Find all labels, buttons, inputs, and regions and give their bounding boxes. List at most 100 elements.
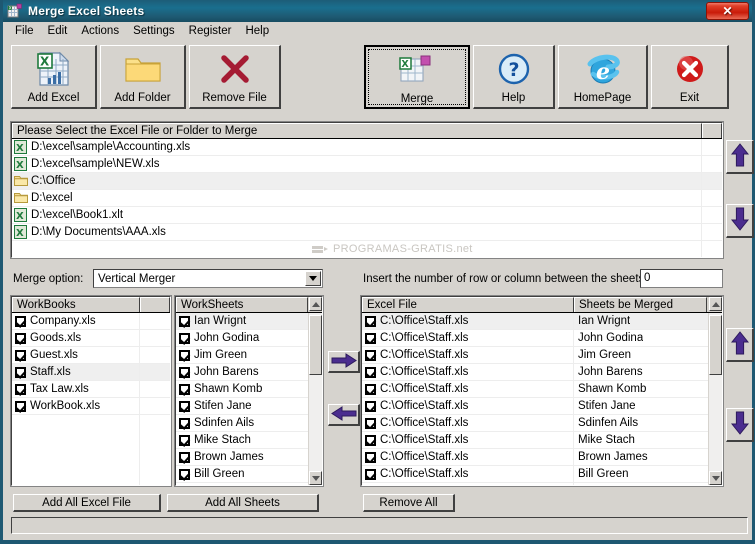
- worksheets-scroll-up-button[interactable]: [309, 297, 322, 311]
- merged-row-checkbox[interactable]: [365, 451, 376, 463]
- list-item[interactable]: Stifen Jane: [176, 398, 322, 415]
- table-row[interactable]: C:\Office\Staff.xls Mike Stach: [362, 432, 722, 449]
- list-item[interactable]: Ian Wrignt: [176, 313, 322, 330]
- file-list-row[interactable]: X D:\excel\sample\NEW.xls: [12, 156, 722, 173]
- workbooks-header-extra[interactable]: [140, 297, 170, 312]
- table-row[interactable]: C:\Office\Staff.xls John Godina: [362, 330, 722, 347]
- workbook-checkbox[interactable]: [15, 349, 26, 361]
- file-list-header-extra[interactable]: [702, 123, 722, 138]
- table-row[interactable]: C:\Office\Staff.xls John Barens: [362, 364, 722, 381]
- add-excel-button[interactable]: X Add Excel: [11, 45, 97, 109]
- list-item[interactable]: John Barens: [176, 364, 322, 381]
- add-all-sheets-button[interactable]: Add All Sheets: [167, 494, 319, 512]
- merged-row-checkbox[interactable]: [365, 434, 376, 446]
- merge-button[interactable]: X Merge: [364, 45, 470, 109]
- file-list-header-path[interactable]: Please Select the Excel File or Folder t…: [12, 123, 702, 138]
- merged-row-checkbox[interactable]: [365, 366, 376, 378]
- merged-move-down-button[interactable]: [726, 408, 754, 442]
- remove-all-button[interactable]: Remove All: [363, 494, 455, 512]
- list-item[interactable]: Mike Stach: [176, 432, 322, 449]
- file-list-row[interactable]: D:\excel: [12, 190, 722, 207]
- chevron-down-icon[interactable]: [305, 271, 321, 286]
- merged-scrollbar[interactable]: [708, 313, 722, 485]
- table-row[interactable]: C:\Office\Staff.xls Shawn Komb: [362, 381, 722, 398]
- table-row[interactable]: C:\Office\Staff.xls Bill Green: [362, 466, 722, 483]
- menu-item-edit[interactable]: Edit: [41, 24, 75, 38]
- table-row[interactable]: C:\Office\Staff.xls Stifen Jane: [362, 398, 722, 415]
- table-row[interactable]: C:\Office\Staff.xls Ian Wrignt: [362, 313, 722, 330]
- workbook-checkbox[interactable]: [15, 383, 26, 395]
- worksheets-list[interactable]: WorkSheets Ian Wrignt John Godina Jim Gr…: [174, 295, 324, 487]
- list-item[interactable]: Staff.xls: [12, 364, 170, 381]
- worksheets-header-name[interactable]: WorkSheets: [176, 297, 308, 312]
- homepage-button[interactable]: e HomePage: [558, 45, 648, 109]
- list-item[interactable]: John Godina: [176, 330, 322, 347]
- scroll-down-button[interactable]: [709, 471, 722, 485]
- worksheet-checkbox[interactable]: [179, 451, 190, 463]
- merged-row-checkbox[interactable]: [365, 400, 376, 412]
- worksheet-checkbox[interactable]: [179, 383, 190, 395]
- workbook-checkbox[interactable]: [15, 315, 26, 327]
- file-list-row[interactable]: X D:\excel\sample\Accounting.xls: [12, 139, 722, 156]
- merged-header-sheets[interactable]: Sheets be Merged: [574, 297, 707, 312]
- merged-header-excel-file[interactable]: Excel File: [362, 297, 574, 312]
- merged-list[interactable]: Excel File Sheets be Merged C:\Office\St…: [360, 295, 724, 487]
- table-row[interactable]: C:\Office\Staff.xls Brown James: [362, 449, 722, 466]
- merged-scroll-up-button[interactable]: [709, 297, 722, 311]
- worksheet-checkbox[interactable]: [179, 332, 190, 344]
- workbooks-header-name[interactable]: WorkBooks: [12, 297, 140, 312]
- add-folder-button[interactable]: Add Folder: [100, 45, 186, 109]
- file-list[interactable]: Please Select the Excel File or Folder t…: [10, 121, 724, 259]
- menu-item-actions[interactable]: Actions: [74, 24, 126, 38]
- scrollbar-thumb[interactable]: [709, 315, 722, 375]
- merged-row-checkbox[interactable]: [365, 315, 376, 327]
- merged-move-up-button[interactable]: [726, 328, 754, 362]
- file-move-up-button[interactable]: [726, 140, 754, 174]
- merge-option-select[interactable]: Vertical Merger: [93, 269, 323, 288]
- remove-file-button[interactable]: Remove File: [189, 45, 281, 109]
- help-button[interactable]: ? Help: [473, 45, 555, 109]
- workbook-checkbox[interactable]: [15, 332, 26, 344]
- merged-row-checkbox[interactable]: [365, 468, 376, 480]
- worksheets-scrollbar[interactable]: [308, 313, 322, 485]
- workbook-checkbox[interactable]: [15, 400, 26, 412]
- merged-row-checkbox[interactable]: [365, 349, 376, 361]
- menu-item-settings[interactable]: Settings: [126, 24, 182, 38]
- worksheet-checkbox[interactable]: [179, 349, 190, 361]
- list-item[interactable]: Goods.xls: [12, 330, 170, 347]
- worksheet-checkbox[interactable]: [179, 400, 190, 412]
- remove-from-merge-button[interactable]: [328, 404, 360, 426]
- menu-item-file[interactable]: File: [8, 24, 41, 38]
- list-item[interactable]: Company.xls: [12, 313, 170, 330]
- exit-button[interactable]: Exit: [651, 45, 729, 109]
- file-list-row[interactable]: X D:\My Documents\AAA.xls: [12, 224, 722, 241]
- scroll-down-button[interactable]: [309, 471, 322, 485]
- list-item[interactable]: Sdinfen Ails: [176, 415, 322, 432]
- worksheet-checkbox[interactable]: [179, 315, 190, 327]
- scrollbar-thumb[interactable]: [309, 315, 322, 375]
- worksheet-checkbox[interactable]: [179, 417, 190, 429]
- menu-item-help[interactable]: Help: [238, 24, 276, 38]
- worksheet-checkbox[interactable]: [179, 468, 190, 480]
- merged-row-checkbox[interactable]: [365, 383, 376, 395]
- merged-row-checkbox[interactable]: [365, 417, 376, 429]
- list-item[interactable]: Bill Green: [176, 466, 322, 483]
- worksheet-checkbox[interactable]: [179, 434, 190, 446]
- list-item[interactable]: Tax Law.xls: [12, 381, 170, 398]
- file-list-row[interactable]: X D:\excel\Book1.xlt: [12, 207, 722, 224]
- add-all-excel-file-button[interactable]: Add All Excel File: [13, 494, 161, 512]
- worksheet-checkbox[interactable]: [179, 366, 190, 378]
- workbook-checkbox[interactable]: [15, 366, 26, 378]
- table-row[interactable]: C:\Office\Staff.xls Sdinfen Ails: [362, 415, 722, 432]
- list-item[interactable]: WorkBook.xls: [12, 398, 170, 415]
- list-item[interactable]: Shawn Komb: [176, 381, 322, 398]
- close-button[interactable]: ✕: [706, 2, 749, 20]
- insert-rows-input[interactable]: 0: [640, 269, 723, 288]
- workbooks-list[interactable]: WorkBooks Company.xls Goods.xls Guest.xl…: [10, 295, 172, 487]
- list-item[interactable]: Guest.xls: [12, 347, 170, 364]
- add-to-merge-button[interactable]: [328, 351, 360, 373]
- menu-item-register[interactable]: Register: [182, 24, 239, 38]
- merged-row-checkbox[interactable]: [365, 332, 376, 344]
- file-move-down-button[interactable]: [726, 204, 754, 238]
- file-list-row[interactable]: C:\Office: [12, 173, 722, 190]
